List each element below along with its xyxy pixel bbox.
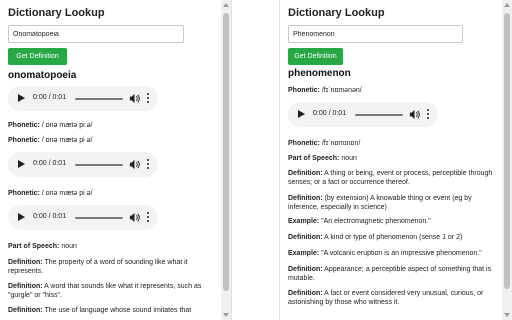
app-title: Dictionary Lookup bbox=[288, 7, 385, 19]
part-of-speech: Part of Speech: noun bbox=[288, 154, 498, 163]
pos-value: noun bbox=[61, 243, 77, 250]
definition: Definition: Appearance; a perceptible as… bbox=[288, 265, 498, 283]
right-popup: Dictionary Lookup Get Definition phenome… bbox=[279, 0, 512, 320]
scroll-down-icon[interactable] bbox=[504, 313, 510, 317]
get-definition-button[interactable]: Get Definition bbox=[8, 48, 67, 65]
volume-icon[interactable] bbox=[129, 159, 140, 170]
definition-label: Definition: bbox=[8, 259, 43, 266]
audio-player[interactable]: 0:00 / 0:01 bbox=[8, 205, 158, 230]
entry-label: Definition: bbox=[288, 290, 323, 297]
phonetic-line: Phonetic: /fɪˈnɒmɪnɒn/ bbox=[288, 139, 498, 148]
get-definition-button[interactable]: Get Definition bbox=[288, 48, 343, 65]
phonetic-label: Phonetic: bbox=[8, 122, 40, 129]
gap bbox=[232, 0, 279, 320]
phonetic-label: Phonetic: bbox=[288, 87, 320, 94]
word-heading: onomatopoeia bbox=[8, 70, 77, 81]
word-input[interactable] bbox=[8, 25, 184, 43]
entry-label: Example: bbox=[288, 250, 320, 257]
play-icon[interactable] bbox=[18, 94, 25, 102]
definition: Definition: A kind or type of phenomenon… bbox=[288, 233, 498, 242]
definition: Definition: A thing or being, event or p… bbox=[288, 169, 498, 187]
play-icon[interactable] bbox=[18, 160, 25, 168]
phonetic-line: Phonetic: / ɒnə mætə pi ə/ bbox=[8, 136, 219, 145]
audio-progress-bar[interactable] bbox=[75, 98, 123, 100]
audio-time: 0:00 / 0:01 bbox=[33, 94, 67, 101]
word-heading: phenomenon bbox=[288, 68, 351, 79]
part-of-speech: Part of Speech: noun bbox=[8, 242, 219, 251]
scrollbar[interactable] bbox=[502, 0, 512, 320]
phonetic-value: /fɪˈnɒmənən/ bbox=[321, 87, 362, 94]
more-vertical-icon[interactable] bbox=[147, 93, 150, 104]
definition: Definition: A word that sounds like what… bbox=[8, 282, 219, 300]
word-input[interactable] bbox=[288, 25, 463, 43]
scrollbar-thumb[interactable] bbox=[504, 13, 510, 289]
volume-icon[interactable] bbox=[129, 93, 140, 104]
phonetic-value: / ɒnə mætə piːə/ bbox=[41, 122, 93, 129]
audio-progress-bar[interactable] bbox=[355, 114, 403, 116]
audio-time: 0:00 / 0:01 bbox=[33, 213, 67, 220]
play-icon[interactable] bbox=[298, 110, 305, 118]
audio-time: 0:00 / 0:01 bbox=[313, 110, 347, 117]
phonetic-label: Phonetic: bbox=[8, 190, 40, 197]
definition-text: The use of language whose sound imitates… bbox=[44, 307, 192, 314]
entry-label: Definition: bbox=[288, 266, 323, 273]
definition: Definition: A fact or event considered v… bbox=[288, 289, 498, 307]
play-icon[interactable] bbox=[18, 213, 25, 221]
audio-player[interactable]: 0:00 / 0:01 bbox=[288, 102, 438, 127]
audio-time: 0:00 / 0:01 bbox=[33, 160, 67, 167]
entry-text: "A volcanic eruption is an impressive ph… bbox=[321, 250, 482, 257]
phonetic-line: Phonetic: /fɪˈnɒmənən/ bbox=[288, 86, 498, 95]
more-vertical-icon[interactable] bbox=[147, 212, 150, 223]
volume-icon[interactable] bbox=[409, 109, 420, 120]
entry-label: Definition: bbox=[288, 195, 323, 202]
phonetic-line: Phonetic: / ɒnə mætə piːə/ bbox=[8, 121, 219, 130]
example: Example: "An electromagnetic phenomenon.… bbox=[288, 217, 498, 226]
definition: Definition: (by extension) A knowable th… bbox=[288, 194, 498, 212]
audio-progress-bar[interactable] bbox=[75, 164, 123, 166]
definition: Definition: The use of language whose so… bbox=[8, 306, 219, 315]
definition-label: Definition: bbox=[8, 283, 43, 290]
definition: Definition: The property of a word of so… bbox=[8, 258, 219, 276]
entry-label: Definition: bbox=[288, 170, 323, 177]
left-popup: Dictionary Lookup Get Definition onomato… bbox=[0, 0, 232, 320]
more-vertical-icon[interactable] bbox=[427, 109, 430, 120]
phonetic-label: Phonetic: bbox=[8, 137, 40, 144]
audio-player[interactable]: 0:00 / 0:01 bbox=[8, 152, 158, 177]
phonetic-value: /fɪˈnɒmɪnɒn/ bbox=[321, 140, 361, 147]
volume-icon[interactable] bbox=[129, 212, 140, 223]
entry-text: A kind or type of phenomenon (sense 1 or… bbox=[324, 234, 463, 241]
entry-label: Definition: bbox=[288, 234, 323, 241]
scrollbar-thumb[interactable] bbox=[223, 13, 229, 291]
scroll-down-icon[interactable] bbox=[223, 313, 229, 317]
pos-label: Part of Speech: bbox=[288, 155, 340, 162]
example: Example: "A volcanic eruption is an impr… bbox=[288, 249, 498, 258]
phonetic-value: / ɒnə mætə pi ə/ bbox=[41, 190, 93, 197]
scroll-up-icon[interactable] bbox=[223, 3, 229, 7]
scrollbar[interactable] bbox=[221, 0, 231, 320]
pos-label: Part of Speech: bbox=[8, 243, 60, 250]
phonetic-value: / ɒnə mætə pi ə/ bbox=[41, 137, 93, 144]
phonetic-line: Phonetic: / ɒnə mætə pi ə/ bbox=[8, 189, 219, 198]
audio-progress-bar[interactable] bbox=[75, 217, 123, 219]
scroll-up-icon[interactable] bbox=[504, 3, 510, 7]
entry-text: "An electromagnetic phenomenon." bbox=[321, 218, 431, 225]
phonetic-label: Phonetic: bbox=[288, 140, 320, 147]
definition-label: Definition: bbox=[8, 307, 43, 314]
audio-player[interactable]: 0:00 / 0:01 bbox=[8, 86, 158, 111]
app-title: Dictionary Lookup bbox=[8, 7, 105, 19]
more-vertical-icon[interactable] bbox=[147, 159, 150, 170]
entry-label: Example: bbox=[288, 218, 320, 225]
pos-value: noun bbox=[341, 155, 357, 162]
